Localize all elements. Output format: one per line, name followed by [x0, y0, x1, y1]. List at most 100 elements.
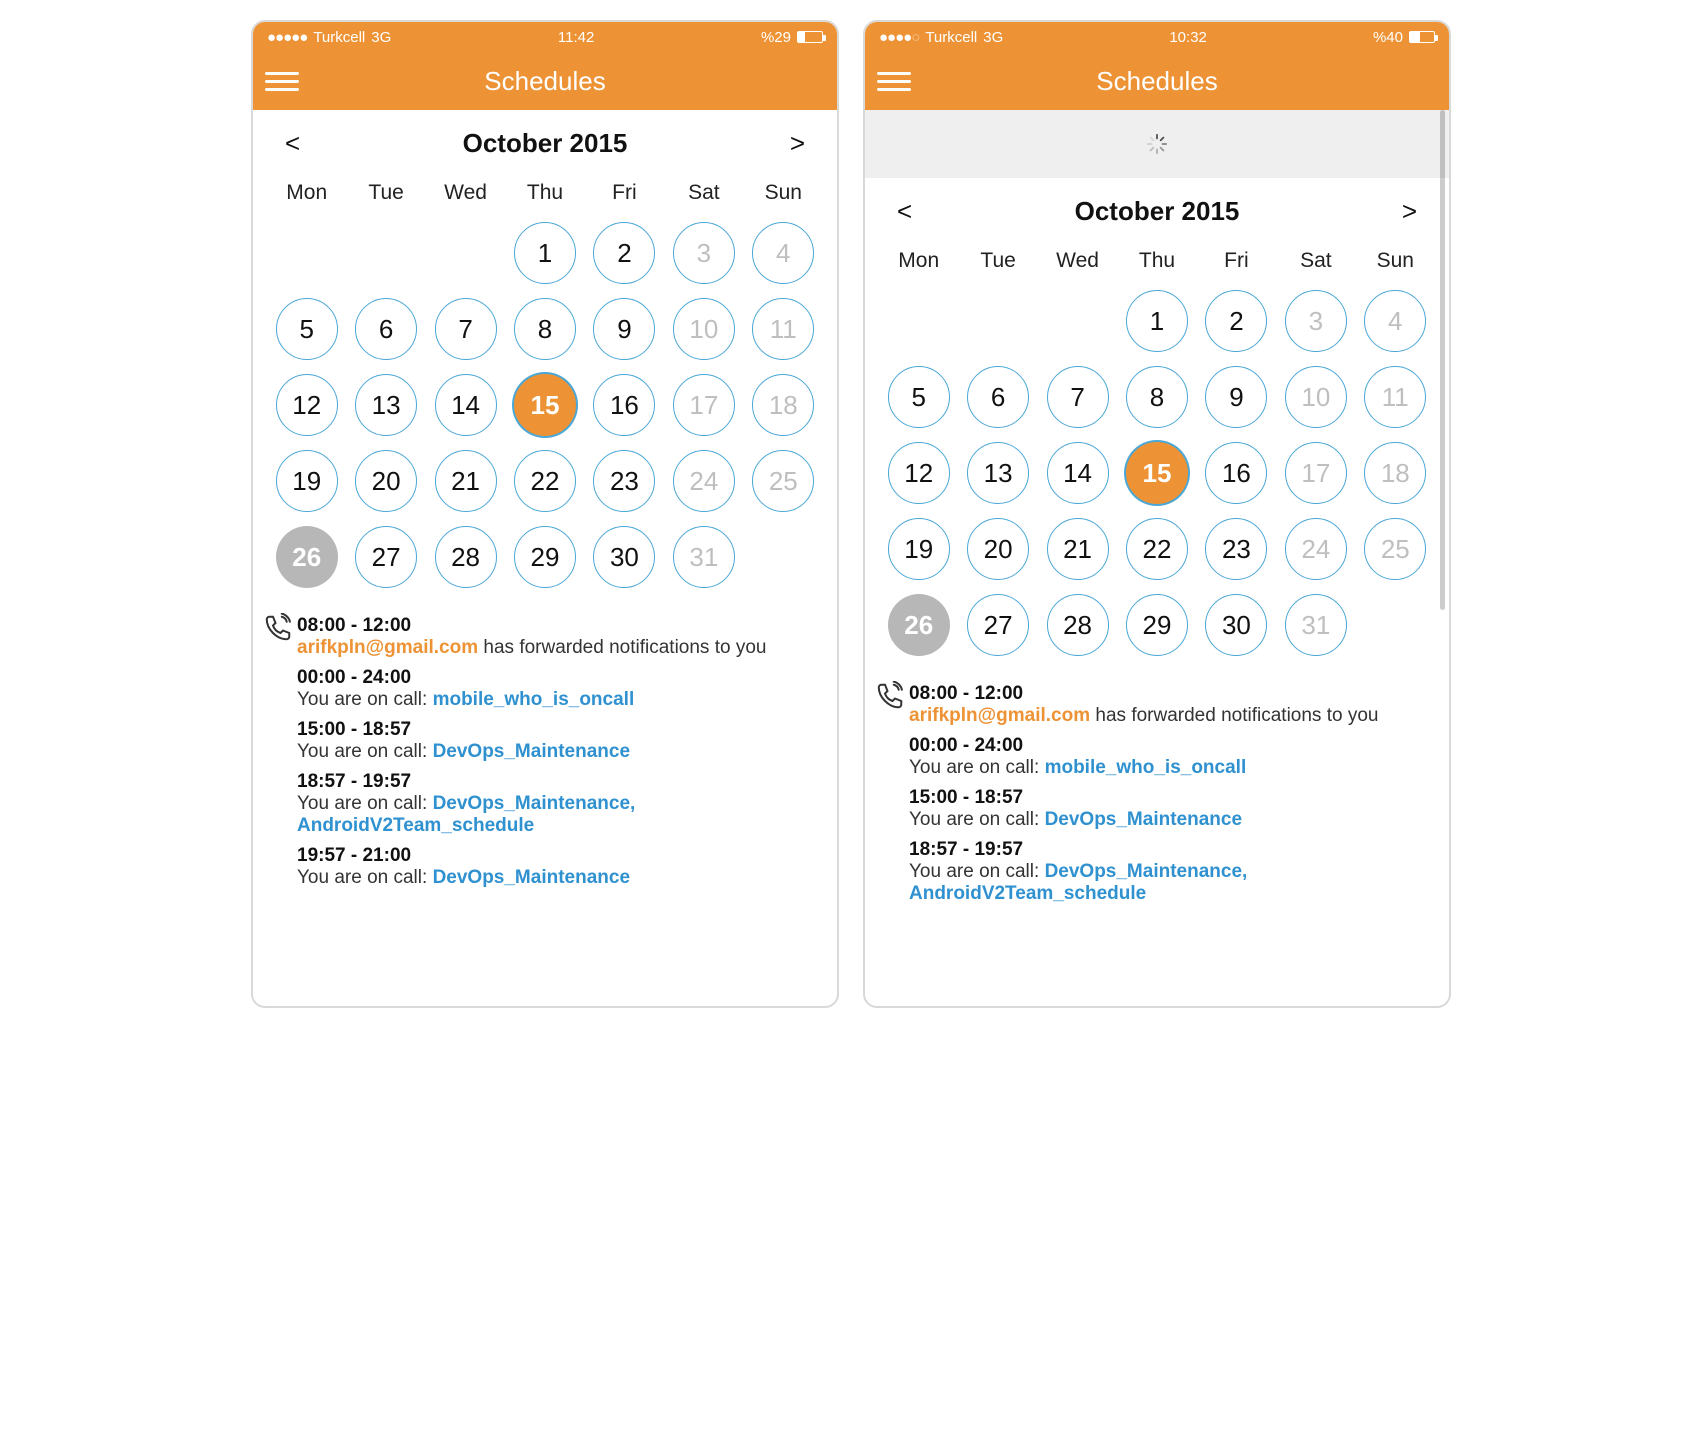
calendar-day[interactable]: 20: [355, 450, 417, 512]
calendar-day[interactable]: 2: [1205, 290, 1267, 352]
calendar-day[interactable]: 27: [967, 594, 1029, 656]
prev-month-button[interactable]: <: [275, 124, 310, 163]
calendar-day[interactable]: 13: [967, 442, 1029, 504]
calendar-day[interactable]: 30: [593, 526, 655, 588]
calendar-day[interactable]: 30: [1205, 594, 1267, 656]
calendar-day[interactable]: 24: [673, 450, 735, 512]
schedule-text: You are on call: DevOps_Maintenance: [909, 809, 1431, 831]
calendar-day[interactable]: 6: [355, 298, 417, 360]
calendar-day[interactable]: 28: [1047, 594, 1109, 656]
month-navigator: < October 2015 >: [253, 110, 837, 169]
nav-header: Schedules: [865, 52, 1449, 110]
schedule-item[interactable]: 08:00 - 12:00arifkpln@gmail.com has forw…: [297, 615, 819, 659]
weekday-header: MonTueWedThuFriSatSun: [865, 237, 1449, 279]
network-label: 3G: [983, 29, 1003, 46]
page-title: Schedules: [877, 66, 1437, 97]
schedule-item[interactable]: 18:57 - 19:57You are on call: DevOps_Mai…: [909, 839, 1431, 905]
calendar-day[interactable]: 22: [514, 450, 576, 512]
calendar-day[interactable]: 10: [1285, 366, 1347, 428]
calendar-day[interactable]: 23: [1205, 518, 1267, 580]
calendar-day[interactable]: 22: [1126, 518, 1188, 580]
weekday-label: Tue: [346, 181, 425, 205]
schedule-time: 00:00 - 24:00: [297, 667, 819, 689]
calendar-day[interactable]: 4: [752, 222, 814, 284]
schedule-text: arifkpln@gmail.com has forwarded notific…: [297, 637, 819, 659]
schedule-list: 08:00 - 12:00arifkpln@gmail.com has forw…: [253, 605, 837, 917]
next-month-button[interactable]: >: [1392, 192, 1427, 231]
calendar-day[interactable]: 16: [593, 374, 655, 436]
calendar-day[interactable]: 1: [514, 222, 576, 284]
page-title: Schedules: [265, 66, 825, 97]
calendar-day[interactable]: 14: [435, 374, 497, 436]
calendar-day[interactable]: 14: [1047, 442, 1109, 504]
month-title: October 2015: [310, 128, 780, 159]
calendar-day[interactable]: 19: [888, 518, 950, 580]
calendar-day[interactable]: 21: [435, 450, 497, 512]
calendar-day[interactable]: 13: [355, 374, 417, 436]
phone-right: ●●●●○ Turkcell 3G 10:32 %40 Schedules: [863, 20, 1451, 1008]
phone-left: ●●●●● Turkcell 3G 11:42 %29 Schedules < …: [251, 20, 839, 1008]
weekday-label: Tue: [958, 249, 1037, 273]
prev-month-button[interactable]: <: [887, 192, 922, 231]
calendar-day[interactable]: 19: [276, 450, 338, 512]
calendar-day[interactable]: 25: [1364, 518, 1426, 580]
calendar-day[interactable]: 8: [1126, 366, 1188, 428]
calendar-day[interactable]: 4: [1364, 290, 1426, 352]
calendar-day[interactable]: 31: [673, 526, 735, 588]
calendar-day[interactable]: 11: [752, 298, 814, 360]
calendar-day[interactable]: 23: [593, 450, 655, 512]
schedule-item[interactable]: 15:00 - 18:57You are on call: DevOps_Mai…: [909, 787, 1431, 831]
schedule-text: You are on call: DevOps_Maintenance: [297, 867, 819, 889]
calendar-day[interactable]: 3: [1285, 290, 1347, 352]
schedule-list: 08:00 - 12:00arifkpln@gmail.com has forw…: [865, 673, 1449, 933]
month-title: October 2015: [922, 196, 1392, 227]
schedule-item[interactable]: 08:00 - 12:00arifkpln@gmail.com has forw…: [909, 683, 1431, 727]
calendar-day[interactable]: 5: [888, 366, 950, 428]
calendar-day[interactable]: 12: [888, 442, 950, 504]
calendar-day[interactable]: 27: [355, 526, 417, 588]
calendar-day[interactable]: 7: [1047, 366, 1109, 428]
calendar-day[interactable]: 8: [514, 298, 576, 360]
calendar-day[interactable]: 15: [514, 374, 576, 436]
schedule-item[interactable]: 15:00 - 18:57You are on call: DevOps_Mai…: [297, 719, 819, 763]
schedule-item[interactable]: 18:57 - 19:57You are on call: DevOps_Mai…: [297, 771, 819, 837]
calendar-day[interactable]: 16: [1205, 442, 1267, 504]
calendar-day[interactable]: 17: [1285, 442, 1347, 504]
calendar-day[interactable]: 26: [276, 526, 338, 588]
calendar-day[interactable]: 2: [593, 222, 655, 284]
schedule-item[interactable]: 00:00 - 24:00You are on call: mobile_who…: [297, 667, 819, 711]
scrollbar-thumb[interactable]: [1440, 110, 1445, 610]
calendar-day[interactable]: 9: [1205, 366, 1267, 428]
calendar-day[interactable]: 25: [752, 450, 814, 512]
calendar-day[interactable]: 15: [1126, 442, 1188, 504]
calendar-day[interactable]: 24: [1285, 518, 1347, 580]
calendar-day[interactable]: 11: [1364, 366, 1426, 428]
schedule-text: You are on call: DevOps_Maintenance, And…: [297, 793, 819, 837]
calendar-day[interactable]: 3: [673, 222, 735, 284]
next-month-button[interactable]: >: [780, 124, 815, 163]
status-bar: ●●●●● Turkcell 3G 11:42 %29: [253, 22, 837, 52]
calendar-day[interactable]: 31: [1285, 594, 1347, 656]
calendar-day[interactable]: 29: [514, 526, 576, 588]
calendar-day[interactable]: 7: [435, 298, 497, 360]
calendar-day[interactable]: 10: [673, 298, 735, 360]
battery-pct-label: %40: [1373, 29, 1403, 46]
calendar-day[interactable]: 9: [593, 298, 655, 360]
calendar-day[interactable]: 5: [276, 298, 338, 360]
schedule-item[interactable]: 19:57 - 21:00You are on call: DevOps_Mai…: [297, 845, 819, 889]
calendar-day[interactable]: 26: [888, 594, 950, 656]
weekday-label: Wed: [426, 181, 505, 205]
signal-dots-icon: ●●●●●: [267, 29, 307, 46]
calendar-day[interactable]: 18: [1364, 442, 1426, 504]
calendar-day[interactable]: 17: [673, 374, 735, 436]
calendar-day[interactable]: 28: [435, 526, 497, 588]
calendar-day[interactable]: 18: [752, 374, 814, 436]
calendar-day[interactable]: 21: [1047, 518, 1109, 580]
calendar-day[interactable]: 29: [1126, 594, 1188, 656]
calendar-day[interactable]: 20: [967, 518, 1029, 580]
weekday-label: Sat: [1276, 249, 1355, 273]
calendar-day[interactable]: 1: [1126, 290, 1188, 352]
calendar-day[interactable]: 6: [967, 366, 1029, 428]
calendar-day[interactable]: 12: [276, 374, 338, 436]
schedule-item[interactable]: 00:00 - 24:00You are on call: mobile_who…: [909, 735, 1431, 779]
